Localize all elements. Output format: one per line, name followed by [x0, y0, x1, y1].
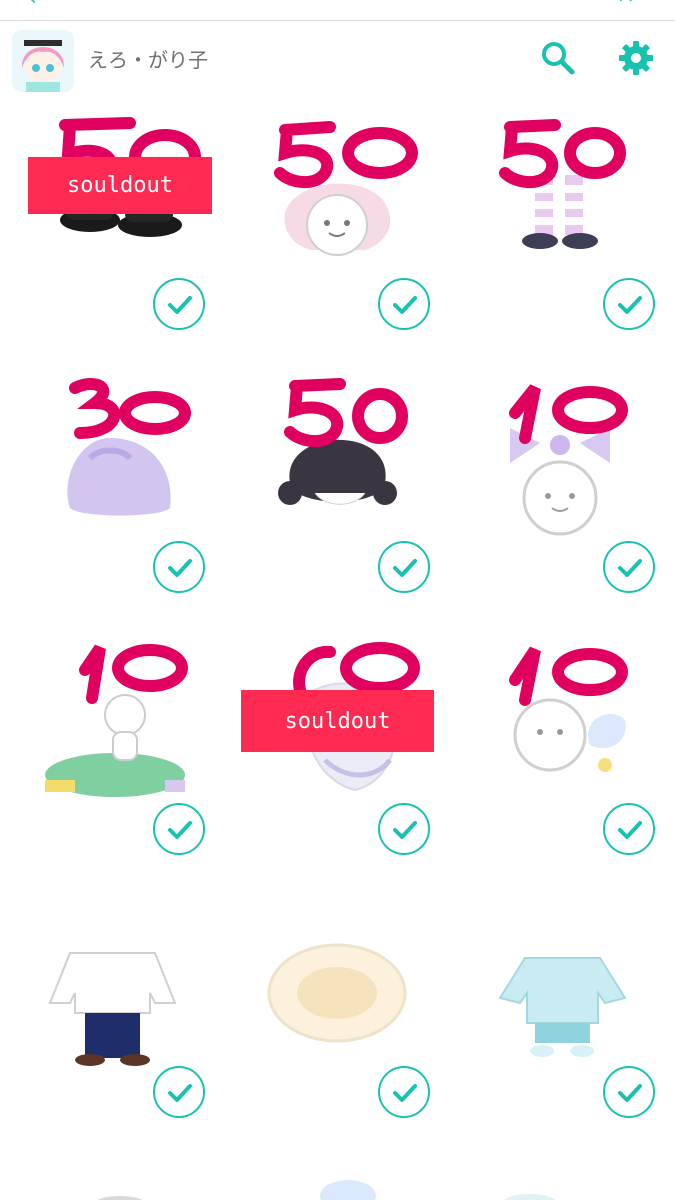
gear-icon[interactable]	[616, 38, 656, 78]
item-card[interactable]	[450, 903, 675, 1168]
price-handwriting	[79, 644, 188, 704]
check-icon[interactable]	[378, 803, 430, 855]
check-icon[interactable]	[153, 541, 205, 593]
item-card[interactable]: souldout	[0, 115, 225, 380]
item-card[interactable]	[0, 903, 225, 1168]
soldout-badge: souldout	[28, 157, 212, 214]
price-handwriting	[274, 121, 418, 188]
check-icon[interactable]	[153, 278, 205, 330]
price-handwriting	[69, 378, 191, 439]
check-icon[interactable]	[378, 1066, 430, 1118]
username-label: えろ・がり子	[88, 48, 208, 72]
item-card[interactable]	[0, 640, 225, 905]
top-navigation-bar: ‹ ✕	[0, 0, 675, 21]
item-card[interactable]	[450, 378, 675, 643]
check-icon[interactable]	[603, 1066, 655, 1118]
sweater-outfit-image	[48, 952, 177, 1066]
next-row-peek	[0, 1176, 675, 1200]
item-card[interactable]	[225, 115, 450, 380]
price-handwriting	[509, 646, 628, 706]
price-handwriting	[499, 119, 626, 188]
item-card[interactable]: souldout	[225, 640, 450, 905]
profile-header: えろ・がり子	[0, 22, 675, 94]
item-card[interactable]	[450, 640, 675, 905]
check-icon[interactable]	[153, 1066, 205, 1118]
back-arrow-icon[interactable]: ‹	[28, 0, 37, 11]
search-icon[interactable]	[538, 38, 578, 78]
price-handwriting	[509, 384, 628, 444]
item-card[interactable]	[0, 378, 225, 643]
check-icon[interactable]	[603, 278, 655, 330]
check-icon[interactable]	[153, 803, 205, 855]
check-icon[interactable]	[378, 541, 430, 593]
price-handwriting	[284, 378, 408, 447]
fur-stole-image	[267, 943, 407, 1043]
item-card[interactable]	[225, 903, 450, 1168]
item-card[interactable]	[450, 115, 675, 380]
check-icon[interactable]	[603, 541, 655, 593]
soldout-badge: souldout	[241, 690, 434, 752]
check-icon[interactable]	[603, 803, 655, 855]
item-card[interactable]	[225, 378, 450, 643]
user-avatar-icon[interactable]	[12, 30, 74, 92]
blue-set-outfit-image	[498, 957, 627, 1057]
check-icon[interactable]	[378, 278, 430, 330]
close-icon[interactable]: ✕	[617, 0, 635, 9]
